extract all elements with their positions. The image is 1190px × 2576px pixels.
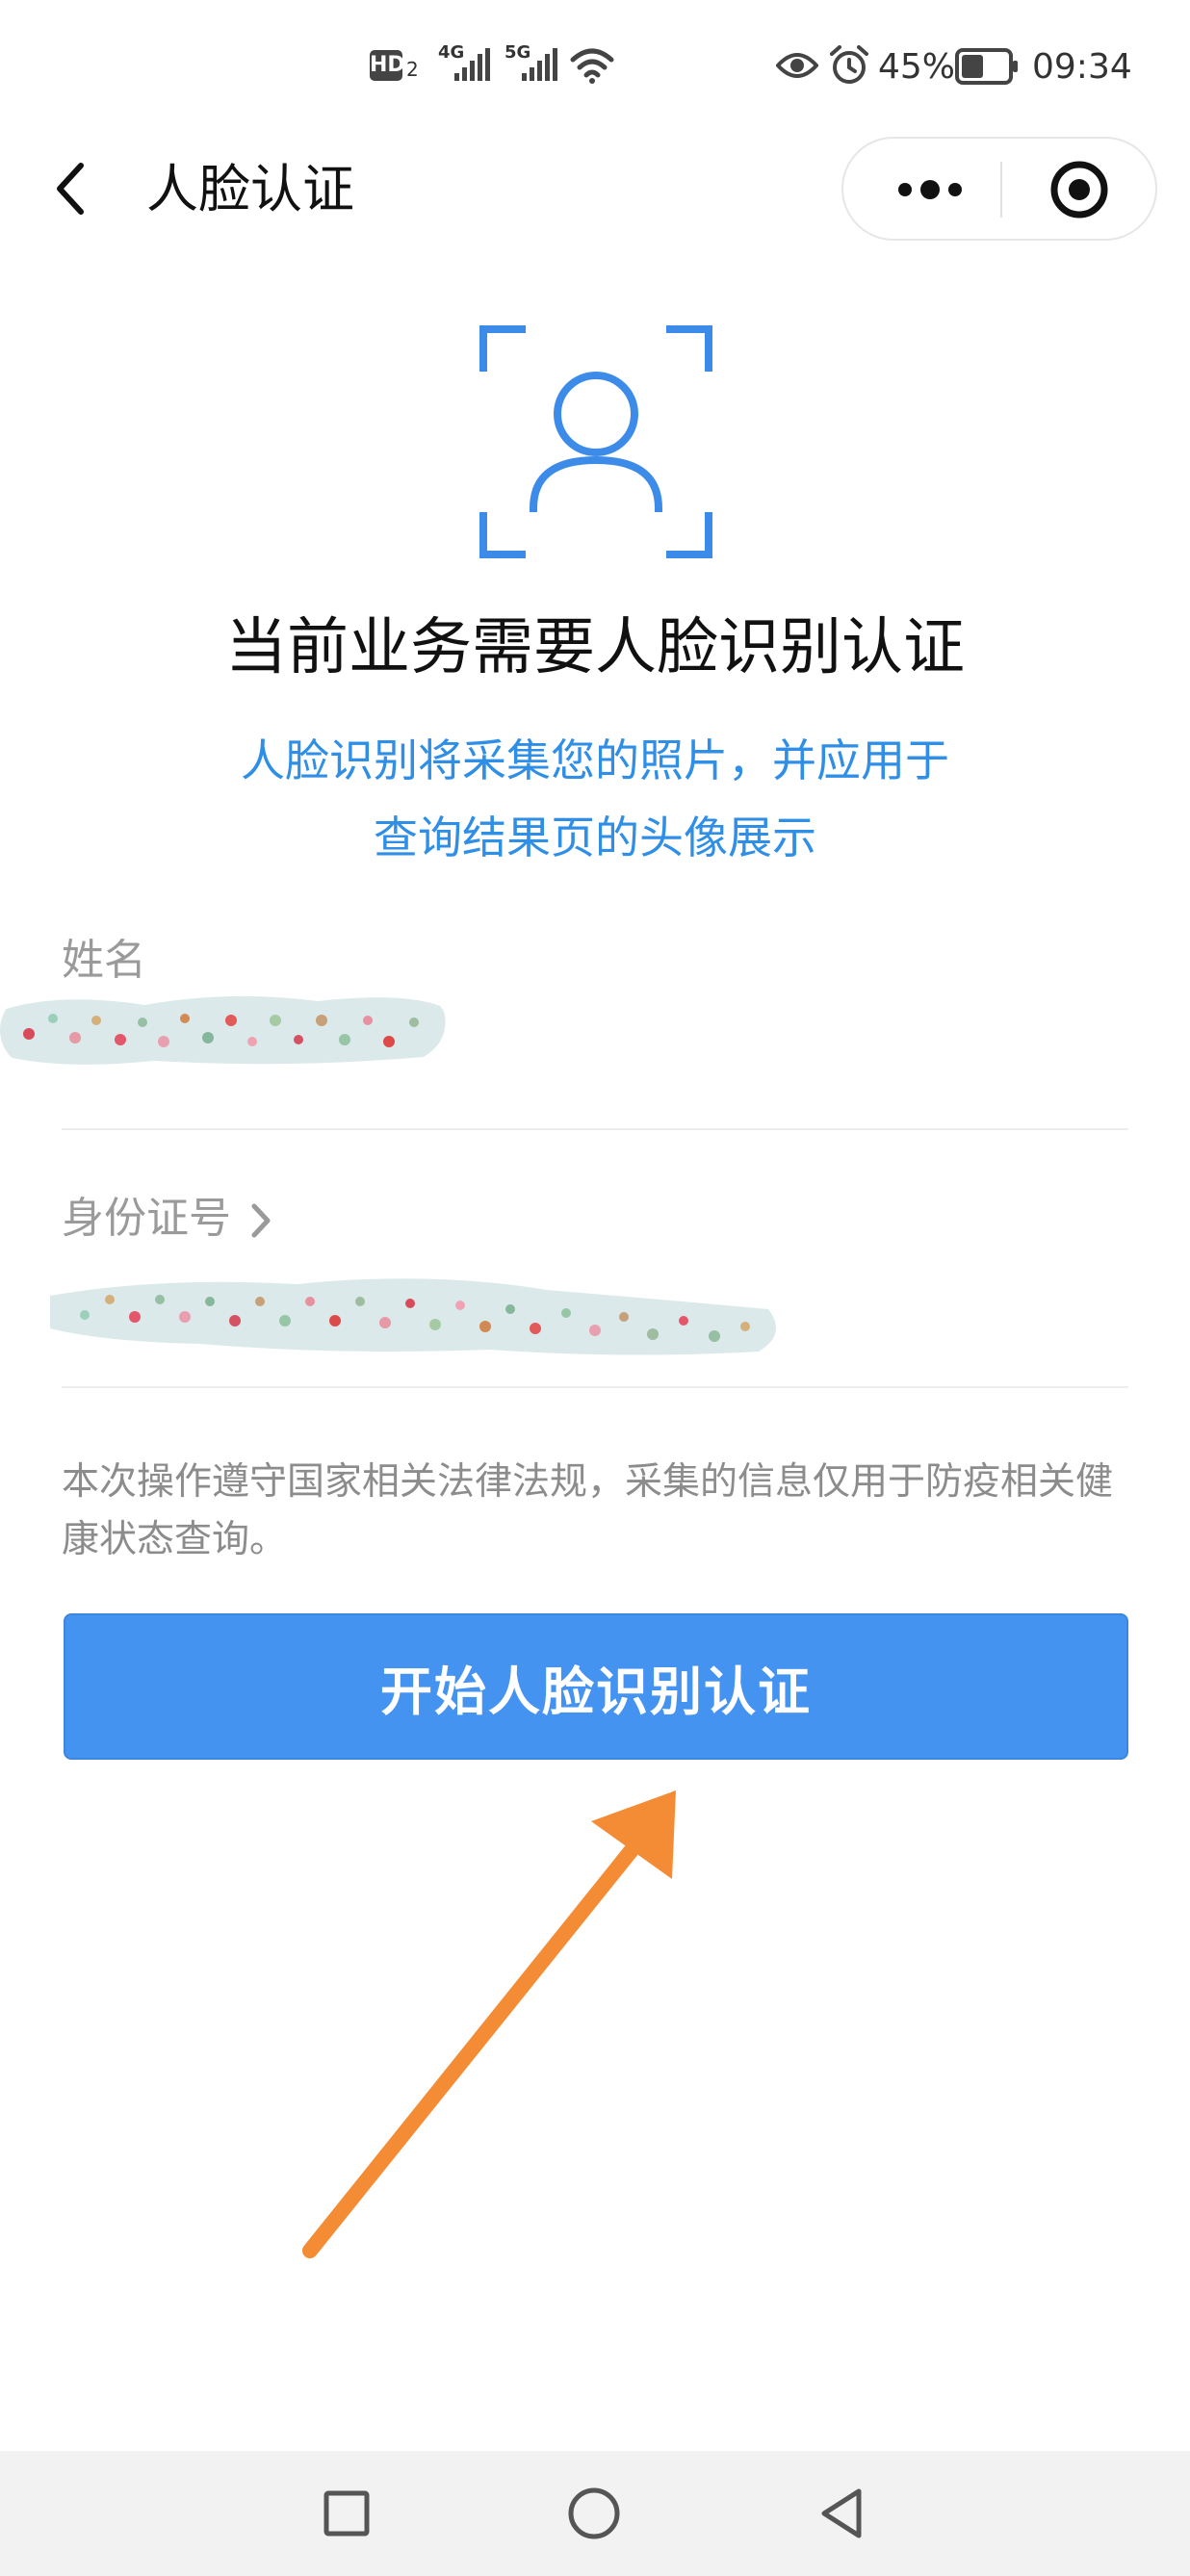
subtext-line-1: 人脸识别将采集您的照片，并应用于 [241,734,949,786]
back-nav-button[interactable] [809,2480,876,2547]
battery-icon [955,48,1018,85]
id-value-redacted [46,1267,782,1359]
circle-icon [568,2487,620,2539]
square-icon [323,2490,370,2537]
notice-subtext: 人脸识别将采集您的照片，并应用于 查询结果页的头像展示 [0,722,1190,876]
eye-icon [776,53,818,78]
redaction-pattern-2 [50,1278,776,1355]
start-face-recognition-button[interactable]: 开始人脸识别认证 [64,1613,1128,1760]
subtext-line-2: 查询结果页的头像展示 [374,811,816,863]
home-button[interactable] [560,2480,628,2547]
mini-program-capsule [841,137,1157,241]
page-title: 人脸认证 [146,159,354,219]
field-divider-1 [62,1128,1128,1130]
field-divider-2 [62,1386,1128,1388]
legal-notice: 本次操作遵守国家相关法律法规，采集的信息仅用于防疫相关健康状态查询。 [62,1460,1114,1561]
chevron-right-icon [251,1203,271,1238]
capsule-divider [1000,162,1002,218]
id-label: 身份证号 [62,1194,231,1243]
main-heading: 当前业务需要人脸识别认证 [225,612,965,683]
id-label-row[interactable]: 身份证号 [62,1190,277,1248]
system-navigation-bar [0,2451,1190,2576]
wifi-icon [570,48,614,84]
recent-apps-button[interactable] [313,2480,380,2547]
close-button[interactable] [1036,158,1123,221]
face-scan-icon [479,325,712,558]
chevron-left-icon [57,163,84,215]
name-label: 姓名 [62,936,146,985]
target-circle-icon [1050,161,1108,219]
more-dots-icon [898,180,962,199]
signal-icon-2 [522,48,557,81]
more-button[interactable] [882,162,978,218]
hd-badge: HD [370,50,405,81]
signal-icon [454,48,490,81]
battery-percent: 45% [878,47,956,87]
alarm-icon [830,45,868,84]
triangle-back-icon [821,2488,862,2538]
hd-sub: 2 [406,58,419,81]
clock-time: 09:34 [1032,47,1132,87]
redaction-pattern [0,995,446,1065]
status-bar: HD 2 4G 5G 45% 09:34 [0,0,1190,135]
back-button[interactable] [39,144,106,231]
name-value-redacted [0,992,449,1069]
annotation-arrow-icon [302,1790,676,2258]
